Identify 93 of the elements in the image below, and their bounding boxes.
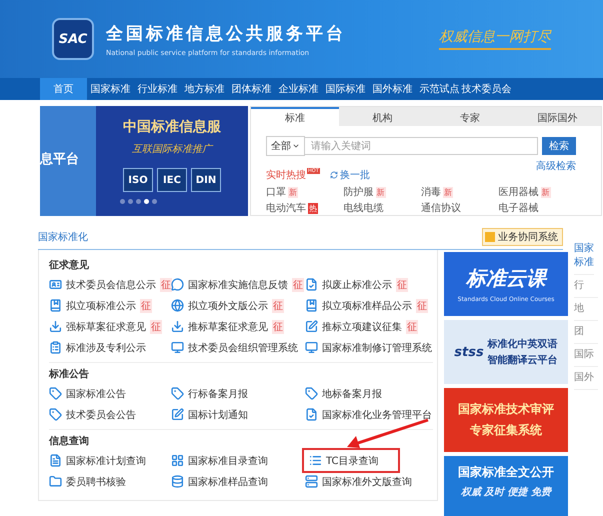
banner-title: 标准化中英双语 <box>488 338 558 351</box>
keyword-link[interactable]: 防护服 <box>344 185 374 199</box>
service-link[interactable]: 技术委员会组织管理系统 <box>188 340 298 354</box>
side-link[interactable]: 国际 <box>574 344 598 367</box>
org-logo: IEC <box>157 168 187 192</box>
keyword-badge: 新 <box>443 186 453 198</box>
nav-item[interactable]: 国际标准 <box>322 78 369 100</box>
service-link[interactable]: 推标立项建议征集 <box>322 320 402 334</box>
banner-logo: stss <box>454 344 484 360</box>
keyword-link[interactable]: 电动汽车 <box>266 201 306 215</box>
consult-badge: 征 <box>406 320 418 334</box>
service-link[interactable]: 国标计划通知 <box>188 408 248 422</box>
collab-system-button[interactable]: 业务协同系统 <box>482 228 563 246</box>
keyword-link[interactable]: 通信协议 <box>421 201 461 215</box>
service-link[interactable]: 拟立项外文版公示 <box>188 298 268 312</box>
logo: SAC <box>52 18 94 60</box>
scope-dropdown[interactable]: 全部 <box>266 136 305 156</box>
service-link[interactable]: 国家标准公告 <box>66 386 126 400</box>
nav-item[interactable]: 企业标准 <box>275 78 322 100</box>
consult-badge: 征 <box>272 320 284 334</box>
consult-badge: 征 <box>416 298 428 312</box>
search-button[interactable]: 检索 <box>542 137 576 155</box>
nav-item[interactable]: 行业标准 <box>134 78 181 100</box>
search-tab[interactable]: 国际国外 <box>514 107 601 126</box>
nav-item[interactable]: 技术委员会 <box>463 78 510 100</box>
search-field[interactable]: 请输入关键词 <box>305 137 538 155</box>
service-link[interactable]: 国家标准实施信息反馈 <box>188 278 288 292</box>
banner-subtitle: 智能翻译云平台 <box>488 354 558 367</box>
side-link[interactable]: 国外 <box>574 367 598 390</box>
service-link[interactable]: 标准涉及专利公示 <box>66 340 146 354</box>
service-link[interactable]: 国家标准外文版查询 <box>322 474 412 488</box>
service-link[interactable]: 委员聘书核验 <box>66 474 126 488</box>
keyword-link[interactable]: 消毒 <box>421 185 441 199</box>
keyword-badge: 热 <box>308 202 318 214</box>
group-title: 征求意见 <box>49 258 90 272</box>
consult-badge: 征 <box>150 320 162 334</box>
keyword-badge: 新 <box>540 186 550 198</box>
service-link[interactable]: 国家标准计划查询 <box>66 454 146 468</box>
refresh-link[interactable]: 换一批 <box>330 168 370 182</box>
service-link[interactable]: 技术委员会信息公示 <box>66 278 156 292</box>
keyword-badge: 新 <box>376 186 386 198</box>
banner-title: 标准云课 <box>466 265 546 292</box>
keyword-link[interactable]: 电子器械 <box>498 201 538 215</box>
advanced-search-link[interactable]: 高级检索 <box>536 159 576 173</box>
nav-item[interactable]: 团体标准 <box>228 78 275 100</box>
side-link[interactable]: 行 <box>574 275 598 298</box>
search-tab[interactable]: 机构 <box>338 107 426 126</box>
banner-subtitle: 权威 及时 便捷 免费 <box>460 486 552 499</box>
service-link[interactable]: 国家标准制修订管理系统 <box>322 340 432 354</box>
service-link[interactable]: 国家标准样品查询 <box>188 474 268 488</box>
nav-item[interactable]: 地方标准 <box>181 78 228 100</box>
org-logo: DIN <box>191 168 221 192</box>
nav-item[interactable]: 首页 <box>40 78 87 100</box>
side-link[interactable]: 地 <box>574 298 598 321</box>
search-tab[interactable]: 专家 <box>426 107 514 126</box>
keyword-badge: 新 <box>288 186 298 198</box>
side-link[interactable]: 团 <box>574 321 598 344</box>
consult-badge: 征 <box>140 298 152 312</box>
keyword-link[interactable]: 口罩 <box>266 185 286 199</box>
group-title: 标准公告 <box>49 368 90 381</box>
service-link[interactable]: TC目录查询 <box>326 454 379 468</box>
group-title: 信息查询 <box>49 434 90 448</box>
promo-banner[interactable]: 国家标准技术审评 专家征集系统 <box>444 388 568 452</box>
banner-subtitle: 专家征集系统 <box>470 422 542 439</box>
slogan: 权威信息一网打尽 <box>439 28 551 50</box>
consult-badge: 征 <box>272 298 284 312</box>
banner-title: 国家标准全文公开 <box>458 464 554 481</box>
service-link[interactable]: 国家标准目录查询 <box>188 454 268 468</box>
nav-item[interactable]: 示范试点 <box>416 78 463 100</box>
keyword-link[interactable]: 电线电缆 <box>344 201 384 215</box>
service-link[interactable]: 行标备案月报 <box>188 386 248 400</box>
service-link[interactable]: 地标备案月报 <box>322 386 382 400</box>
service-link[interactable]: 拟立项标准公示 <box>66 298 136 312</box>
service-link[interactable]: 国家标准化业务管理平台 <box>322 408 432 422</box>
service-link[interactable]: 强标草案征求意见 <box>66 320 146 334</box>
keyword-link[interactable]: 医用器械 <box>498 185 538 199</box>
service-link[interactable]: 技术委员会公告 <box>66 408 136 422</box>
consult-badge: 征 <box>396 278 408 292</box>
consult-badge: 征 <box>160 278 172 292</box>
banner-subtitle: 互联国际标准推广 <box>132 142 212 156</box>
org-logo: ISO <box>123 168 153 192</box>
site-title: 全国标准信息公共服务平台 <box>106 22 346 44</box>
service-link[interactable]: 拟立项标准样品公示 <box>322 298 412 312</box>
service-link[interactable]: 推标草案征求意见 <box>188 320 268 334</box>
banner-title: 国家标准技术审评 <box>458 401 554 418</box>
nav-item[interactable]: 国外标准 <box>369 78 416 100</box>
service-link[interactable]: 拟废止标准公示 <box>322 278 392 292</box>
consult-badge: 征 <box>292 278 304 292</box>
nav-item[interactable]: 国家标准 <box>87 78 134 100</box>
banner-title: 中国标准信息服 <box>123 118 221 136</box>
promo-banner[interactable]: 国家标准全文公开 权威 及时 便捷 免费 <box>444 456 568 516</box>
side-link[interactable]: 国家标准 <box>574 238 594 275</box>
section-title: 国家标准化 <box>38 230 88 244</box>
